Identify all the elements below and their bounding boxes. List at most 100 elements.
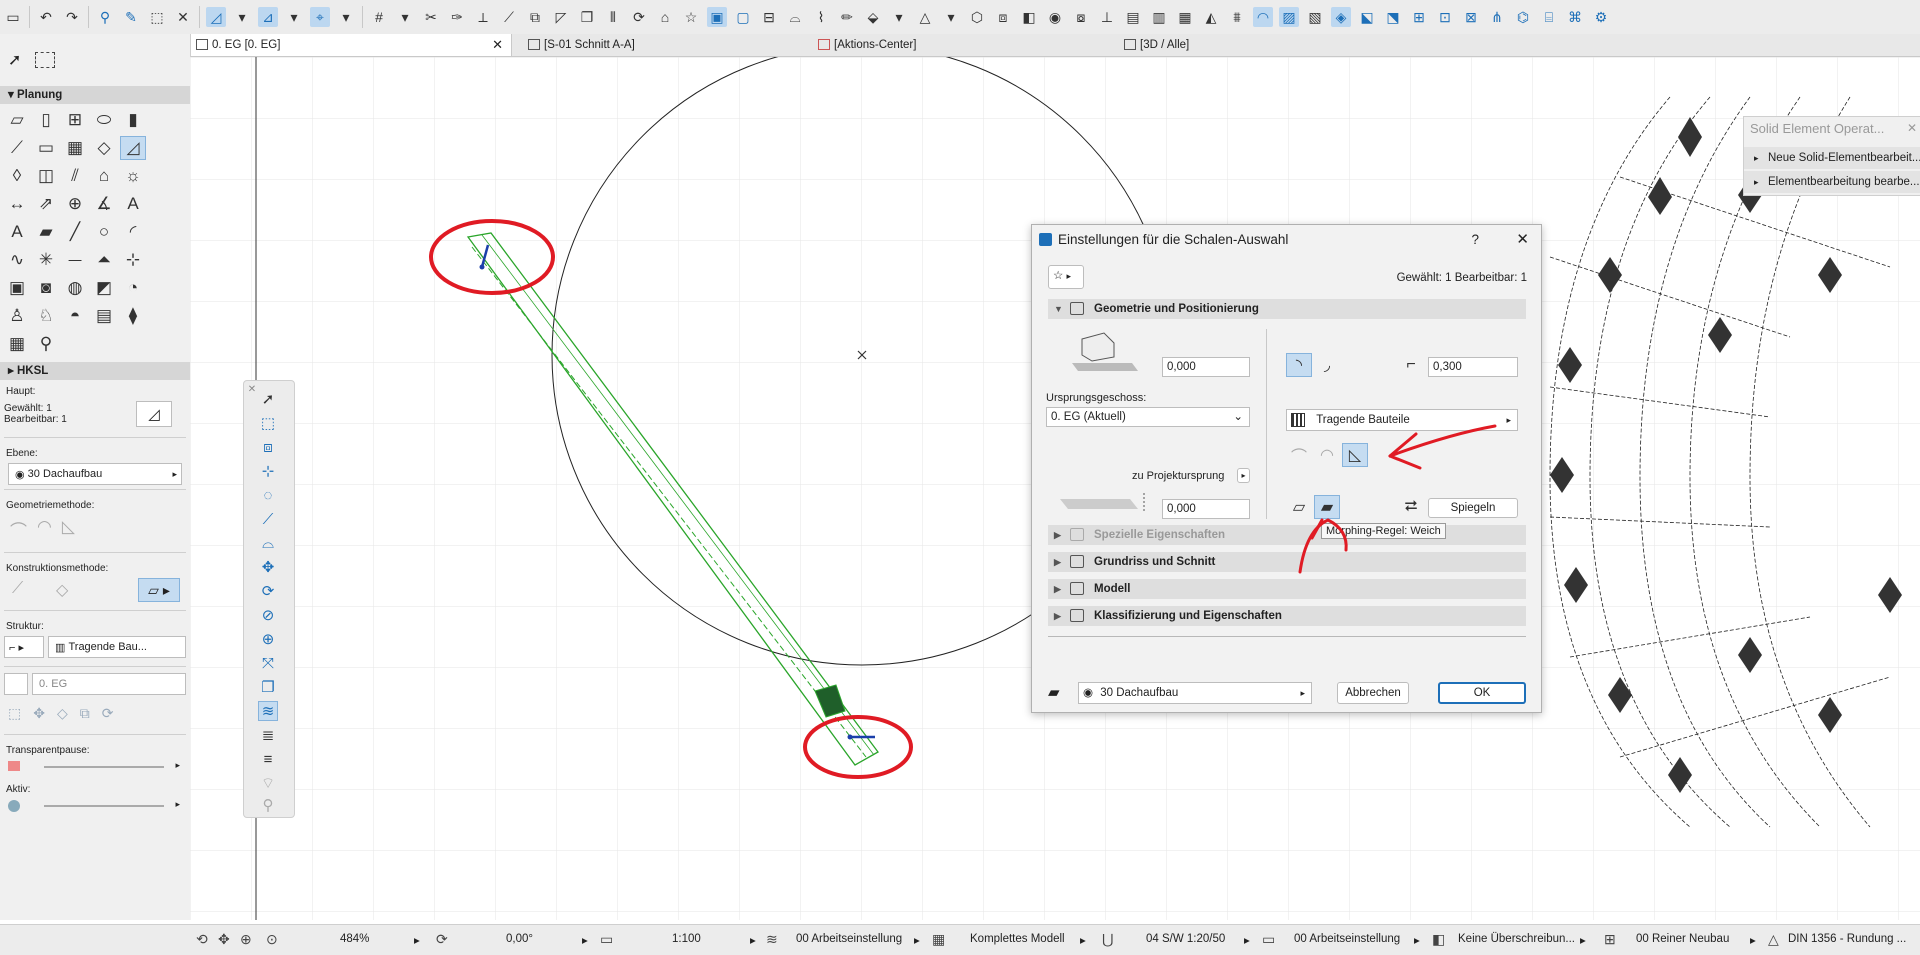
cursor-icon[interactable]: ▭ — [3, 7, 23, 27]
chevron-right-icon[interactable]: ▸ — [414, 933, 420, 947]
chevron-down-icon[interactable]: ▾ — [284, 7, 304, 27]
offset-edge-icon[interactable]: ⧈ — [258, 437, 278, 457]
pan-icon[interactable]: ✥ — [218, 931, 230, 948]
chevron-right-icon[interactable]: ▸ — [1414, 933, 1420, 947]
shell-icon[interactable]: ◿ — [120, 136, 146, 160]
edit-element-operation-item[interactable]: ▸ Elementbearbeitung bearbe... — [1744, 171, 1920, 193]
curve-edge-icon[interactable]: ◌ — [258, 485, 278, 505]
revolved-shell-icon[interactable]: ◠ — [37, 517, 52, 542]
schedule-icon[interactable]: ▦ — [4, 332, 30, 356]
slab-icon[interactable]: ▦ — [1175, 7, 1195, 27]
story-select[interactable]: 0. EG — [32, 673, 186, 695]
arrow-icon[interactable]: ➚ — [258, 389, 278, 409]
shell-icon[interactable]: ◠ — [1253, 7, 1273, 27]
radial-dimension-icon[interactable]: ⊕ — [62, 192, 88, 216]
layers-icon[interactable]: ≋ — [258, 701, 278, 721]
extruded-shell-icon[interactable]: ⌒ — [10, 517, 27, 542]
move-node-icon[interactable]: ✥ — [258, 557, 278, 577]
section-icon[interactable]: ⧇ — [1071, 7, 1091, 27]
drafting-icon[interactable]: ⌓ — [785, 7, 805, 27]
chevron-right-icon[interactable]: ▸ — [175, 760, 180, 771]
renovation-filter[interactable]: 00 Reiner Neubau — [1636, 933, 1729, 945]
eyedropper-icon[interactable]: ✎ — [121, 7, 141, 27]
scissors-icon[interactable]: ✂ — [421, 7, 441, 27]
delete-edge-icon[interactable]: ⊘ — [258, 605, 278, 625]
column-icon[interactable]: ⌸ — [1539, 7, 1559, 27]
mesh-icon[interactable]: ▨ — [1279, 7, 1299, 27]
drag-icon[interactable]: ⊕ — [258, 629, 278, 649]
tab-action-center[interactable]: [Aktions-Center] — [812, 34, 1112, 56]
slab-icon[interactable]: ⬭ — [91, 108, 117, 132]
cube-icon[interactable]: ◧ — [1019, 7, 1039, 27]
profile-icon[interactable]: ⟋ — [12, 580, 23, 598]
dimension-rounding[interactable]: DIN 1356 - Rundung ... — [1788, 933, 1906, 945]
camera-icon[interactable]: ◙ — [33, 276, 59, 300]
refresh-icon[interactable]: ⟳ — [102, 705, 114, 722]
layer-select[interactable]: ◉ 30 Dachaufbau ▸ — [8, 463, 182, 485]
close-icon[interactable]: ✕ — [492, 34, 503, 56]
layer-select[interactable]: ◉ 30 Dachaufbau ▸ — [1078, 682, 1312, 704]
close-icon[interactable]: ✕ — [246, 383, 258, 395]
bottom-offset-input[interactable]: 0,000 — [1162, 499, 1250, 519]
chevron-right-icon[interactable]: ▸ — [175, 799, 180, 810]
chevron-right-icon[interactable]: ▸ — [1750, 933, 1756, 947]
grid-snap-icon[interactable]: # — [369, 7, 389, 27]
copy-icon[interactable]: ❐ — [258, 677, 278, 697]
shell-settings-button[interactable]: ◿ — [136, 401, 172, 427]
graphic-override[interactable]: Keine Überschreibun... — [1458, 933, 1575, 945]
circle-icon[interactable]: ○ — [91, 220, 117, 244]
model-view-option[interactable]: Komplettes Modell — [970, 933, 1065, 945]
structure-select[interactable]: ▥ Tragende Bau... — [48, 636, 186, 658]
chevron-right-icon[interactable]: ▸ — [1580, 933, 1586, 947]
chevron-down-icon[interactable]: ▾ — [889, 7, 909, 27]
to-project-zero-button[interactable]: ▸ — [1237, 468, 1250, 483]
chevron-down-icon[interactable]: ▾ — [232, 7, 252, 27]
settings-icon[interactable]: ⚙ — [1591, 7, 1611, 27]
terrain-icon[interactable]: ⧫ — [120, 304, 146, 328]
tangent-icon[interactable]: ⌔ — [258, 773, 278, 793]
transform-icon[interactable]: ⬚ — [147, 7, 167, 27]
roof-icon[interactable]: ◭ — [1201, 7, 1221, 27]
favorites-button[interactable]: ☆ ▸ — [1048, 265, 1084, 289]
tab-floor-plan[interactable]: 0. EG [0. EG] ✕ — [190, 34, 512, 56]
door-icon[interactable]: ⊡ — [1435, 7, 1455, 27]
text-icon[interactable]: A — [4, 220, 30, 244]
triangle-icon[interactable]: △ — [915, 7, 935, 27]
layers-eye-icon[interactable]: ≡ — [258, 749, 278, 769]
section-hksl[interactable]: ▸ HKSL — [0, 362, 190, 380]
marquee-icon[interactable] — [35, 52, 56, 68]
roof-icon[interactable]: ◇ — [91, 136, 117, 160]
pick-up-icon[interactable]: ⚲ — [95, 7, 115, 27]
dimension-icon[interactable]: ↔ — [4, 192, 30, 216]
wall-icon[interactable]: ▱ — [4, 108, 30, 132]
door-icon[interactable]: ▯ — [33, 108, 59, 132]
column-icon[interactable]: ▮ — [120, 108, 146, 132]
fill-icon[interactable]: ▰ — [33, 220, 59, 244]
object-icon[interactable]: ⬕ — [1357, 7, 1377, 27]
top-offset-input[interactable]: 0,000 — [1162, 357, 1250, 377]
ruled-shell-icon[interactable]: ◺ — [62, 517, 75, 542]
chevron-right-icon[interactable]: ▸ — [750, 933, 756, 947]
arrow-icon[interactable]: ➚ — [8, 50, 21, 70]
elevation-icon[interactable]: ⊥ — [1097, 7, 1117, 27]
stair-icon[interactable]: ⩩ — [1227, 7, 1247, 27]
story-toggle[interactable] — [4, 673, 28, 695]
change-icon[interactable]: ◔ — [120, 276, 146, 300]
pencil-icon[interactable]: ✏ — [837, 7, 857, 27]
layer-combo-icon[interactable]: ⬙ — [863, 7, 883, 27]
zoom-in-icon[interactable]: ⊕ — [240, 931, 252, 948]
morph-rule-button[interactable]: ▱ ▸ — [138, 578, 180, 602]
lamp-icon[interactable]: ☼ — [120, 164, 146, 188]
chevron-right-icon[interactable]: ▸ — [1244, 933, 1250, 947]
zone-icon[interactable]: ▧ — [1305, 7, 1325, 27]
hotspot-icon[interactable]: ✳ — [33, 248, 59, 272]
layers-stack-icon[interactable]: ≣ — [258, 725, 278, 745]
fillet-icon[interactable]: ⌓ — [258, 533, 278, 553]
color-swatch[interactable] — [8, 761, 20, 771]
chevron-down-icon[interactable]: ▾ — [336, 7, 356, 27]
help-button[interactable]: ? — [1471, 225, 1479, 255]
close-cross-icon[interactable]: ✕ — [173, 7, 193, 27]
link-icon[interactable]: ⌘ — [1565, 7, 1585, 27]
close-icon[interactable]: ✕ — [1907, 121, 1917, 135]
plane-icon[interactable]: ◇ — [56, 580, 68, 600]
